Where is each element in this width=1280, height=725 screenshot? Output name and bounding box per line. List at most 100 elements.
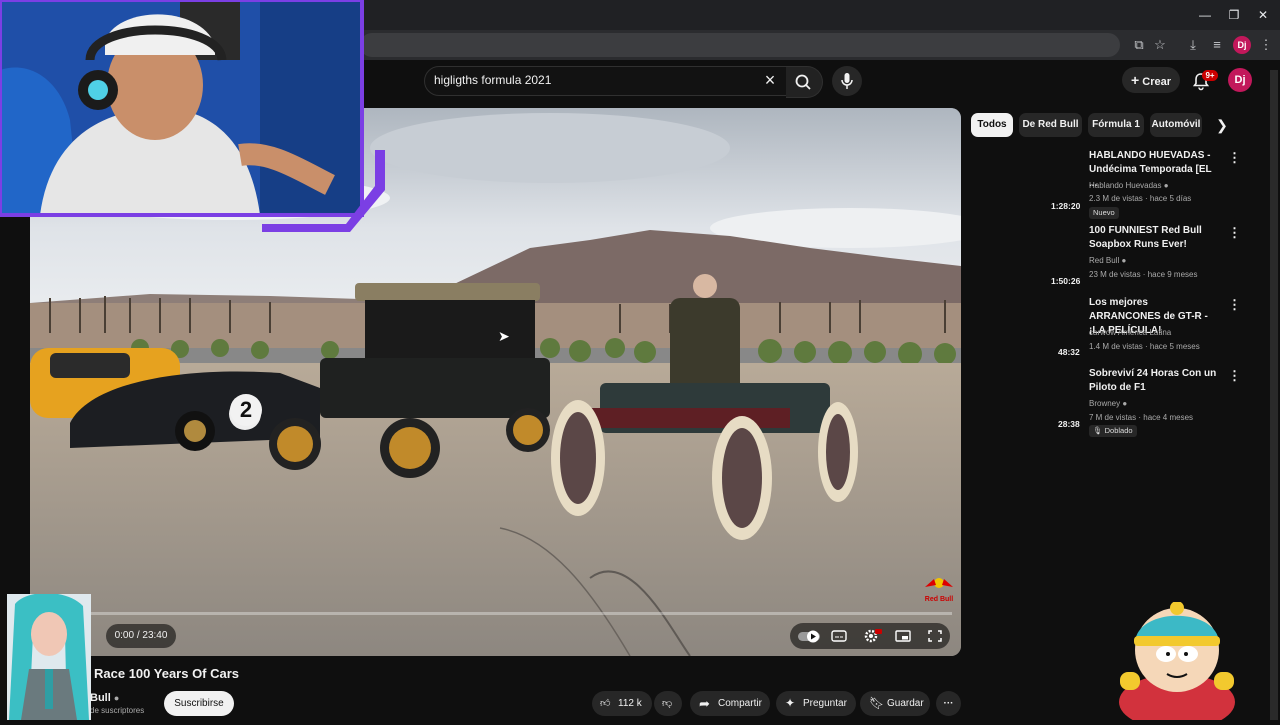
rec-meta: 2.3 M de vistas · hace 5 días (1089, 194, 1192, 203)
bookmark-icon: 🔖︎ (869, 696, 885, 710)
ask-label: Preguntar (803, 698, 847, 709)
webcam-frame (0, 0, 385, 232)
dislike-button[interactable]: 👎︎ (654, 691, 682, 716)
thumbs-down-icon: 👎︎ (662, 698, 673, 709)
fullscreen-button[interactable] (926, 628, 944, 644)
browser-profile-avatar[interactable]: Dj (1233, 36, 1251, 54)
chip-formula-1[interactable]: Fórmula 1 (1088, 113, 1144, 137)
red-bull-watermark-text: Red Bull (924, 596, 954, 603)
share-label: Compartir (718, 698, 762, 709)
rec-title[interactable]: Sobreviví 24 Horas Con un Piloto de F1 (1089, 367, 1217, 395)
reading-list-icon[interactable]: ≡ (1208, 36, 1226, 54)
sparkle-icon: ✦ (785, 696, 796, 710)
rec-meta: 1.4 M de vistas · hace 5 meses (1089, 342, 1200, 351)
rec-duration: 28:38 (1058, 419, 1080, 429)
verified-icon: ● (1121, 256, 1127, 265)
cartman-sticker (1112, 601, 1242, 725)
fullscreen-icon (928, 630, 942, 642)
rec-duration: 1:50:26 (1051, 276, 1081, 286)
autoplay-icon (798, 630, 820, 643)
browser-menu-icon[interactable]: ⋮ (1257, 36, 1275, 54)
verified-icon: ● (1163, 181, 1169, 190)
restore-icon[interactable]: ❐ (1224, 6, 1244, 24)
autoplay-toggle[interactable] (797, 628, 820, 644)
create-label: Crear (1142, 76, 1171, 88)
rec-channel: Browney ● (1089, 399, 1127, 408)
cast-icon[interactable]: ⧉ (1130, 36, 1148, 54)
rec-meta: 7 M de vistas · hace 4 meses (1089, 413, 1194, 422)
more-horizontal-icon: ··· (943, 698, 954, 709)
like-button[interactable]: 👍︎ 112 k (592, 691, 652, 716)
settings-button[interactable] (862, 628, 882, 644)
character-avatar-overlay (7, 592, 91, 720)
rec-channel: Red Bull ● (1089, 256, 1126, 265)
address-bar[interactable] (360, 33, 1120, 57)
share-button[interactable]: ➦ Compartir (690, 691, 770, 716)
chip-automovil[interactable]: Automóvil (1150, 113, 1202, 137)
video-title: Race 100 Years Of Cars (94, 666, 240, 681)
more-actions-button[interactable]: ··· (936, 691, 961, 716)
channel-name[interactable]: Bull ● (90, 692, 119, 704)
verified-icon: ● (113, 693, 120, 703)
dubbed-icon: 🎙︎ (1093, 426, 1103, 435)
subtitles-button[interactable] (830, 628, 848, 644)
thumbs-up-icon: 👍︎ (600, 698, 611, 709)
plus-icon: + (1131, 72, 1140, 88)
car-number-roundel: 2 (230, 394, 262, 426)
like-count: 112 k (618, 698, 642, 709)
rec-menu-icon[interactable]: ⋮ (1228, 298, 1241, 312)
progress-bar[interactable] (40, 612, 952, 615)
rec-channel: carwow América Latina (1089, 328, 1172, 337)
microphone-icon (841, 73, 853, 89)
subscriber-count: de suscriptores (90, 706, 145, 715)
red-bull-logo-icon (925, 578, 953, 588)
clear-search-icon[interactable]: × (760, 70, 780, 90)
bookmark-star-icon[interactable]: ☆ (1151, 36, 1169, 54)
share-arrow-icon: ➦ (699, 696, 710, 711)
download-icon[interactable]: ⤓ (1184, 36, 1202, 54)
search-button[interactable] (786, 66, 823, 98)
channel-name-text: Bull (90, 692, 111, 704)
captions-icon (831, 630, 847, 642)
chip-todos[interactable]: Todos (971, 113, 1013, 137)
voice-search-button[interactable] (832, 66, 862, 96)
rec-channel: Hablando Huevadas ● (1089, 181, 1169, 190)
streamer-webcam-overlay (0, 0, 385, 232)
minimize-icon[interactable]: — (1195, 6, 1215, 24)
rec-duration: 48:32 (1058, 347, 1080, 357)
cartoon-character-image (1119, 601, 1235, 725)
rec-channel-text: Hablando Huevadas (1089, 181, 1162, 190)
close-window-icon[interactable]: ✕ (1253, 6, 1273, 24)
account-avatar[interactable]: Dj (1228, 68, 1252, 92)
ask-button[interactable]: ✦ Preguntar (776, 691, 856, 716)
rec-channel-text: Red Bull (1089, 256, 1120, 265)
rec-menu-icon[interactable]: ⋮ (1228, 226, 1241, 240)
anime-character-image (7, 592, 91, 720)
save-label: Guardar (887, 698, 924, 709)
search-query-text: higligths formula 2021 (434, 73, 552, 87)
rec-menu-icon[interactable]: ⋮ (1228, 151, 1241, 165)
rec-badge-new: Nuevo (1089, 207, 1119, 219)
subscribe-button[interactable]: Suscribirse (164, 691, 234, 716)
mouse-cursor-icon: ➤ (498, 328, 510, 344)
rec-badge-dubbed: 🎙︎ Doblado (1089, 425, 1137, 437)
chip-de-red-bull[interactable]: De Red Bull (1019, 113, 1082, 137)
rec-badge-text: Doblado (1104, 426, 1133, 435)
save-button[interactable]: 🔖︎ Guardar (860, 691, 930, 716)
time-display: 0:00 / 23:40 (106, 624, 176, 648)
gear-icon (864, 629, 882, 643)
notification-count-badge: 9+ (1202, 70, 1218, 81)
page-scrollbar[interactable] (1270, 70, 1278, 720)
chips-next-arrow-icon[interactable]: ❯ (1212, 115, 1232, 135)
rec-meta: 23 M de vistas · hace 9 meses (1089, 270, 1198, 279)
theater-mode-button[interactable] (894, 628, 912, 644)
create-button[interactable]: + Crear (1122, 67, 1180, 93)
search-icon (795, 74, 811, 90)
red-bull-watermark: Red Bull (922, 575, 956, 603)
rec-title[interactable]: 100 FUNNIEST Red Bull Soapbox Runs Ever! (1089, 224, 1217, 252)
rec-channel-text: Browney (1089, 399, 1121, 408)
rec-menu-icon[interactable]: ⋮ (1228, 369, 1241, 383)
rec-duration: 1:28:20 (1051, 201, 1081, 211)
miniplayer-icon (895, 630, 911, 642)
verified-icon: ● (1122, 399, 1128, 408)
